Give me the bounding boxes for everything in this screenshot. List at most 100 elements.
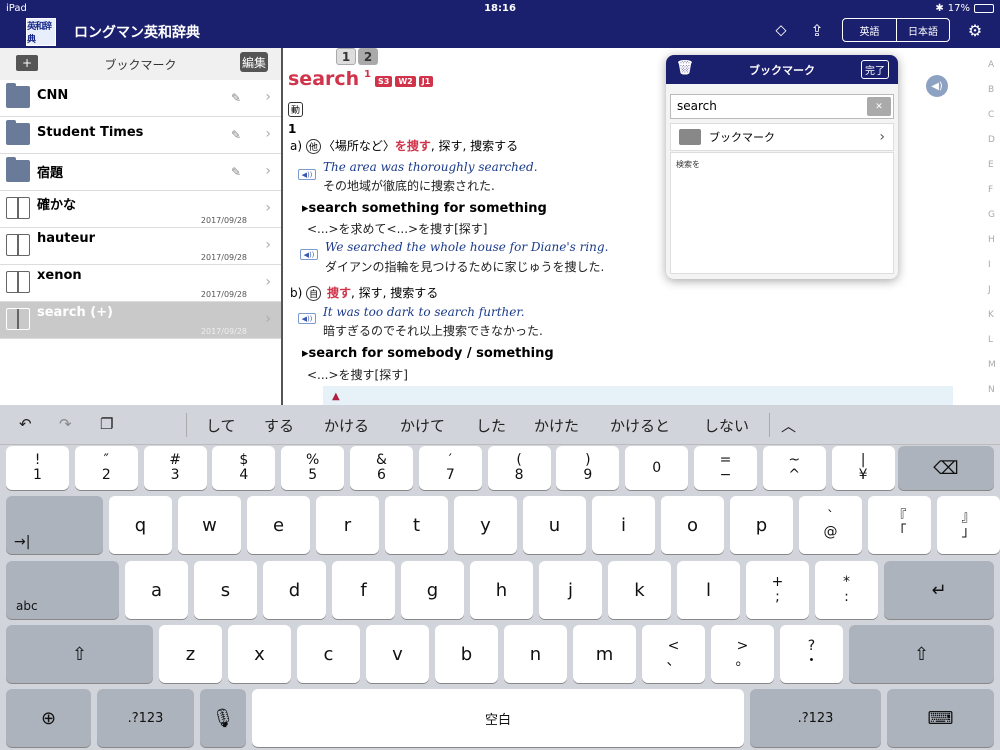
number-key[interactable]: (8 xyxy=(487,446,551,490)
trash-icon[interactable]: 🗑 xyxy=(676,60,694,76)
bookmark-name-input[interactable]: search ✕ xyxy=(670,94,894,119)
number-key[interactable]: ′ 7 xyxy=(418,446,482,490)
candidate-word[interactable]: かけた xyxy=(534,415,579,436)
index-letter[interactable]: H xyxy=(988,235,995,245)
letter-key[interactable]: h xyxy=(470,561,533,619)
index-letter[interactable]: K xyxy=(988,310,994,320)
undo-icon[interactable]: ↶ xyxy=(19,415,32,433)
symbol-key[interactable]: 』」 xyxy=(937,496,1000,554)
bookmark-folder-row[interactable]: ブックマーク › xyxy=(670,123,894,151)
candidate-word[interactable]: しない xyxy=(704,415,749,436)
number-key[interactable]: #3 xyxy=(143,446,207,490)
bookmark-item[interactable]: Student Times ✎ › xyxy=(0,117,281,154)
done-button[interactable]: 完了 xyxy=(861,60,889,79)
number-key[interactable]: & 6 xyxy=(350,446,413,490)
letter-key[interactable]: k xyxy=(608,561,671,619)
share-icon[interactable]: ⇪ xyxy=(806,21,828,40)
index-letter[interactable]: C xyxy=(988,110,994,120)
letter-key[interactable]: t xyxy=(385,496,448,554)
shift-key-left[interactable]: ⇧ xyxy=(6,625,153,683)
letter-key[interactable]: p xyxy=(730,496,793,554)
space-key[interactable]: 空白 xyxy=(252,689,744,747)
letter-key[interactable]: x xyxy=(228,625,291,683)
letter-key[interactable]: d xyxy=(263,561,326,619)
abc-key[interactable]: abc xyxy=(6,561,119,619)
candidate-word[interactable]: した xyxy=(476,415,506,436)
lang-japanese-tab[interactable]: 日本語 xyxy=(896,19,949,41)
globe-key[interactable]: ⊕ xyxy=(6,689,91,747)
bookmark-item[interactable]: 確かな 2017/09/28 › xyxy=(0,191,281,228)
symbol-key[interactable]: 『「 xyxy=(868,496,931,554)
letter-key[interactable]: r xyxy=(316,496,379,554)
index-letter[interactable]: B xyxy=(988,85,994,95)
number-key[interactable]: ″ 2 xyxy=(74,446,138,490)
speaker-icon[interactable]: ◀)) xyxy=(300,249,318,260)
index-letter[interactable]: D xyxy=(988,135,995,145)
bookmark-item[interactable]: hauteur 2017/09/28 › xyxy=(0,228,281,265)
bookmark-item[interactable]: 宿題 ✎ › xyxy=(0,154,281,191)
symbol-key[interactable]: >。 xyxy=(711,625,774,683)
index-letter[interactable]: J xyxy=(988,285,991,295)
app-logo[interactable]: 英和辞典 xyxy=(26,18,56,46)
symbol-key[interactable]: ? ・ xyxy=(780,625,843,683)
candidate-word[interactable]: かける xyxy=(324,415,369,436)
edit-button[interactable]: 編集 xyxy=(240,52,268,72)
index-letter[interactable]: G xyxy=(988,210,995,220)
clear-icon[interactable]: ✕ xyxy=(867,97,891,116)
number-key[interactable]: = − xyxy=(694,446,757,490)
letter-key[interactable]: i xyxy=(592,496,655,554)
letter-key[interactable]: j xyxy=(539,561,602,619)
number-key[interactable]: ! 1 xyxy=(6,446,69,490)
candidate-word[interactable]: する xyxy=(264,415,294,436)
letter-key[interactable]: q xyxy=(109,496,172,554)
letter-key[interactable]: u xyxy=(523,496,586,554)
homograph-tab-1[interactable]: 1 xyxy=(336,48,356,65)
letter-key[interactable]: v xyxy=(366,625,429,683)
letter-key[interactable]: s xyxy=(194,561,257,619)
add-folder-icon[interactable]: + xyxy=(16,55,38,71)
letter-key[interactable]: n xyxy=(504,625,567,683)
pencil-icon[interactable]: ✎ xyxy=(231,165,241,179)
tab-key[interactable]: →| xyxy=(6,496,103,554)
speaker-icon[interactable]: ◀)) xyxy=(298,169,316,180)
pencil-icon[interactable]: ✎ xyxy=(231,128,241,142)
bookmark-tag-icon[interactable]: ⬦ xyxy=(770,20,792,40)
number-key[interactable]: % 5 xyxy=(281,446,345,490)
index-letter[interactable]: N xyxy=(988,385,995,395)
index-letter[interactable]: I xyxy=(988,260,991,270)
numbers-key-left[interactable]: .?123 xyxy=(97,689,194,747)
dictation-key[interactable]: 🎙 xyxy=(200,689,246,747)
candidate-word[interactable]: かけて xyxy=(400,415,445,436)
letter-key[interactable]: m xyxy=(573,625,636,683)
number-key[interactable]: ) 9 xyxy=(556,446,620,490)
numbers-key-right[interactable]: .?123 xyxy=(750,689,881,747)
letter-key[interactable]: a xyxy=(125,561,188,619)
symbol-key[interactable]: <、 xyxy=(642,625,705,683)
symbol-key[interactable]: *: xyxy=(815,561,878,619)
letter-key[interactable]: w xyxy=(178,496,241,554)
letter-key[interactable]: f xyxy=(332,561,395,619)
hide-keyboard-key[interactable]: ⌨ xyxy=(887,689,994,747)
letter-key[interactable]: z xyxy=(159,625,222,683)
number-key[interactable]: ~ ^ xyxy=(762,446,826,490)
index-letter[interactable]: M xyxy=(988,360,996,370)
number-key[interactable]: 0 xyxy=(625,446,689,490)
letter-key[interactable]: e xyxy=(247,496,310,554)
letter-key[interactable]: o xyxy=(661,496,724,554)
gear-icon[interactable]: ⚙ xyxy=(964,21,986,40)
bookmark-item[interactable]: CNN ✎ › xyxy=(0,80,281,117)
index-letter[interactable]: F xyxy=(988,185,993,195)
chevron-up-icon[interactable]: ︿ xyxy=(781,415,796,436)
speaker-icon[interactable]: ◀)) xyxy=(298,313,316,324)
pencil-icon[interactable]: ✎ xyxy=(231,91,241,105)
delete-key[interactable]: ⌫ xyxy=(898,446,994,490)
letter-key[interactable]: c xyxy=(297,625,360,683)
index-letter[interactable]: L xyxy=(988,335,993,345)
redo-icon[interactable]: ↷ xyxy=(59,415,72,433)
lang-english-tab[interactable]: 英語 xyxy=(843,19,896,41)
letter-key[interactable]: l xyxy=(677,561,740,619)
bookmark-item[interactable]: search (+) 2017/09/28 › xyxy=(0,302,281,339)
homograph-tab-2[interactable]: 2 xyxy=(358,48,378,65)
shift-key-right[interactable]: ⇧ xyxy=(849,625,994,683)
memo-textarea[interactable]: 検索を xyxy=(670,152,894,274)
